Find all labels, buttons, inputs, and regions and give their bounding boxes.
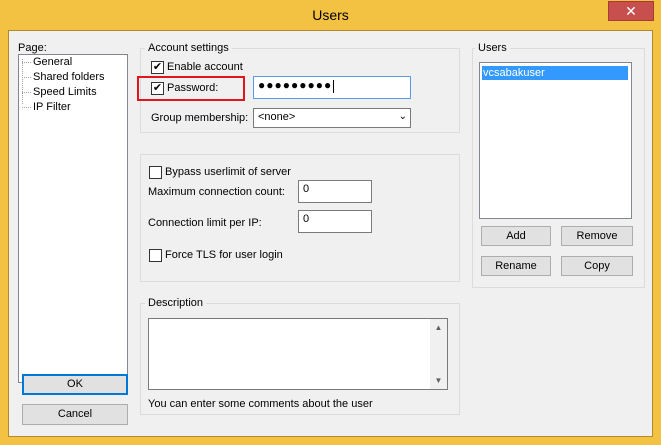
dialog-client-area: Page: General Shared folders Speed Limit… xyxy=(8,30,653,437)
cancel-button[interactable]: Cancel xyxy=(22,404,128,425)
description-scrollbar[interactable]: ▲ ▼ xyxy=(430,319,447,389)
tree-item-shared-folders[interactable]: Shared folders xyxy=(33,71,105,83)
users-list[interactable]: vcsabakuser xyxy=(479,62,632,219)
window-title: Users xyxy=(312,7,349,23)
scroll-down-icon[interactable]: ▼ xyxy=(430,372,447,389)
force-tls-checkbox[interactable] xyxy=(149,249,162,262)
max-connections-label: Maximum connection count: xyxy=(148,186,285,198)
close-icon: ✕ xyxy=(625,3,637,19)
ok-button[interactable]: OK xyxy=(22,374,128,395)
password-value: ●●●●●●●●● xyxy=(258,78,333,92)
group-membership-value: <none> xyxy=(258,111,296,123)
close-button[interactable]: ✕ xyxy=(608,1,654,21)
check-icon: ✔ xyxy=(152,61,163,73)
add-user-button[interactable]: Add xyxy=(481,226,551,246)
enable-account-label: Enable account xyxy=(167,61,243,73)
chevron-down-icon: ⌄ xyxy=(398,111,407,122)
description-hint: You can enter some comments about the us… xyxy=(148,398,373,410)
users-dialog: Users ✕ Page: General Shared folders Spe… xyxy=(0,0,661,445)
description-label: Description xyxy=(145,297,207,309)
force-tls-label: Force TLS for user login xyxy=(165,249,283,261)
password-input[interactable]: ●●●●●●●●● xyxy=(253,76,411,99)
connection-limit-per-ip-label: Connection limit per IP: xyxy=(148,217,262,229)
scroll-up-icon[interactable]: ▲ xyxy=(430,319,447,336)
description-textarea[interactable]: ▲ ▼ xyxy=(148,318,448,390)
page-tree: General Shared folders Speed Limits IP F… xyxy=(18,54,128,383)
password-label: Password: xyxy=(167,82,219,94)
tree-connector xyxy=(22,92,31,93)
title-bar[interactable]: Users ✕ xyxy=(0,0,661,30)
account-settings-label: Account settings xyxy=(145,42,232,54)
page-label: Page: xyxy=(18,42,47,54)
tree-connector xyxy=(22,77,31,78)
tree-item-general[interactable]: General xyxy=(33,56,72,68)
bypass-userlimit-checkbox[interactable] xyxy=(149,166,162,179)
max-connections-input[interactable]: 0 xyxy=(298,180,372,203)
copy-user-button[interactable]: Copy xyxy=(561,256,633,276)
group-membership-select[interactable]: <none> ⌄ xyxy=(253,108,411,128)
enable-account-checkbox[interactable]: ✔ xyxy=(151,61,164,74)
group-membership-label: Group membership: xyxy=(151,112,249,124)
check-icon: ✔ xyxy=(152,82,163,94)
text-caret xyxy=(333,79,335,93)
user-list-item[interactable]: vcsabakuser xyxy=(482,66,628,80)
tree-item-ip-filter[interactable]: IP Filter xyxy=(33,101,71,113)
bypass-userlimit-label: Bypass userlimit of server xyxy=(165,166,291,178)
password-checkbox[interactable]: ✔ xyxy=(151,82,164,95)
rename-user-button[interactable]: Rename xyxy=(481,256,551,276)
tree-item-speed-limits[interactable]: Speed Limits xyxy=(33,86,97,98)
remove-user-button[interactable]: Remove xyxy=(561,226,633,246)
tree-connector xyxy=(22,59,23,104)
tree-connector xyxy=(22,107,31,108)
tree-connector xyxy=(22,62,31,63)
connection-limit-per-ip-input[interactable]: 0 xyxy=(298,210,372,233)
users-label: Users xyxy=(475,42,510,54)
